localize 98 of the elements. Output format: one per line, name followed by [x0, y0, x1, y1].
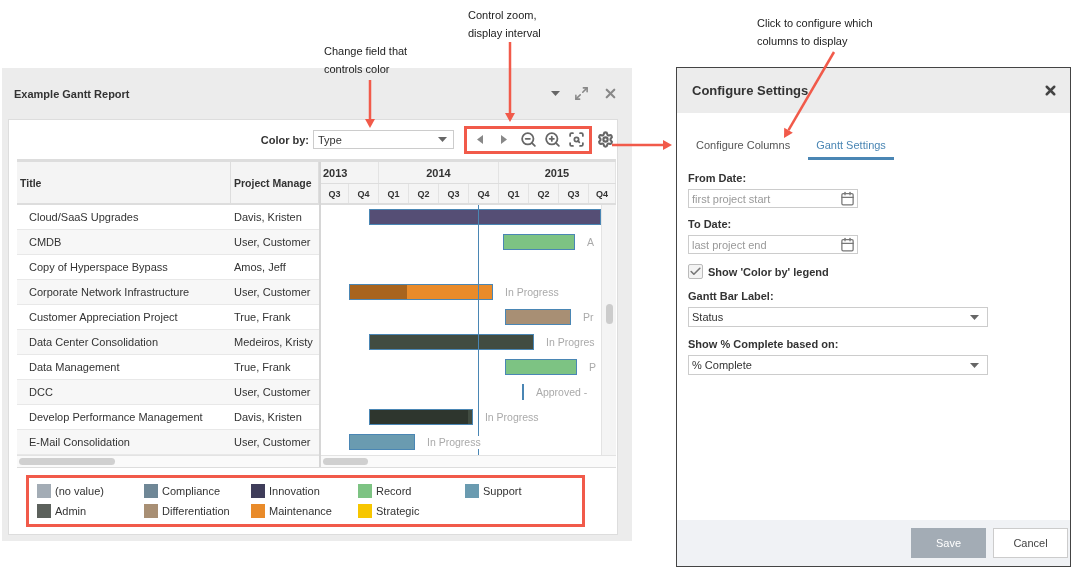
legend-label: Differentiation: [162, 505, 230, 517]
zoom-in-button[interactable]: [543, 130, 561, 149]
report-title: Example Gantt Report: [14, 87, 131, 100]
bar-label: Approved -: [535, 386, 588, 399]
caret-down-icon: [438, 137, 447, 142]
cancel-button[interactable]: Cancel: [993, 528, 1068, 558]
expand-button[interactable]: [574, 86, 589, 101]
title-cell-text: Customer Appreciation Project: [28, 311, 179, 323]
legend-label: Support: [483, 485, 522, 497]
color-by-label: Color by:: [260, 133, 309, 146]
title-cell-text: CMDB: [28, 236, 63, 248]
legend-label: Record: [376, 485, 412, 497]
title-cell-text: Data Management: [28, 361, 121, 373]
quarter-header: Q4: [469, 184, 499, 203]
quarter-header: Q4: [349, 184, 379, 203]
scrollbar-thumb[interactable]: [323, 458, 368, 465]
manager-cell-text: True, Frank: [233, 311, 292, 323]
title-cell-text: Copy of Hyperspace Bypass: [28, 261, 169, 273]
dialog-title: Configure Settings: [692, 83, 809, 98]
manager-cell-text: User, Customer: [233, 236, 312, 248]
scrollbar-thumb[interactable]: [606, 304, 613, 324]
title-cell-text: Cloud/SaaS Upgrades: [28, 211, 140, 223]
gantt-bar[interactable]: [502, 234, 575, 250]
gantt-bar[interactable]: [349, 284, 493, 300]
annotation-arrow: [612, 140, 672, 150]
caret-down-icon: [970, 362, 979, 368]
settings-button[interactable]: [596, 130, 614, 149]
tab[interactable]: Gantt Settings: [808, 131, 894, 160]
caret-down-icon: [551, 91, 560, 96]
date-field[interactable]: last project end: [688, 235, 858, 254]
color-by-select[interactable]: Type: [313, 130, 454, 149]
quarter-header: Q4: [589, 184, 616, 203]
quarter-header: Q1: [499, 184, 529, 203]
bar-label: In Progress: [427, 436, 481, 449]
bar-label: In Progres: [546, 336, 595, 349]
menu-caret-button[interactable]: [551, 91, 560, 96]
legend-label: Strategic: [376, 505, 420, 517]
quarter-header: Q3: [559, 184, 589, 203]
title-cell-text: Corporate Network Infrastructure: [28, 286, 191, 298]
bar-label-select[interactable]: Status: [688, 307, 988, 327]
manager-cell-text: User, Customer: [233, 436, 312, 448]
gantt-bar[interactable]: [369, 334, 535, 350]
legend-label: Maintenance: [269, 505, 332, 517]
checkbox[interactable]: [688, 264, 703, 279]
quarter-header: Q1: [379, 184, 409, 203]
field-label: Show % Complete based on:: [688, 338, 839, 350]
annotation-text: Click to configure which columns to display: [757, 16, 873, 49]
milestone-marker[interactable]: [522, 384, 525, 400]
manager-cell-text: Medeiros, Kristy: [233, 336, 314, 348]
gantt-bar[interactable]: [505, 359, 577, 375]
title-cell-text: DCC: [28, 386, 54, 398]
gantt-bar[interactable]: [369, 209, 601, 225]
manager-cell-text: Amos, Jeff: [233, 261, 287, 273]
date-field[interactable]: first project start: [688, 189, 858, 208]
complete-basis-select[interactable]: % Complete: [688, 355, 988, 375]
year-header: 2013: [321, 162, 379, 183]
quarter-header: Q3: [321, 184, 349, 203]
year-header: 2014: [379, 162, 499, 183]
scrollbar-thumb[interactable]: [19, 458, 115, 465]
manager-cell-text: Davis, Kristen: [233, 411, 303, 423]
title-cell-text: Develop Performance Management: [28, 411, 204, 423]
zoom-out-button[interactable]: [519, 130, 537, 149]
close-button[interactable]: [1043, 83, 1058, 98]
legend-label: Innovation: [269, 485, 320, 497]
field-label: To Date:: [688, 218, 732, 230]
quarter-header: Q2: [529, 184, 559, 203]
manager-cell-text: User, Customer: [233, 286, 312, 298]
column-header[interactable]: Title: [17, 162, 231, 203]
tab[interactable]: Configure Columns: [688, 131, 799, 160]
legend-label: Compliance: [162, 485, 221, 497]
title-cell-text: E-Mail Consolidation: [28, 436, 131, 448]
field-label: Gantt Bar Label:: [688, 290, 774, 302]
legend-label: Admin: [55, 505, 87, 517]
quarter-header: Q3: [439, 184, 469, 203]
caret-down-icon: [970, 314, 979, 320]
calendar-icon: [840, 237, 855, 252]
left-triangle-icon: [477, 135, 483, 144]
manager-cell-text: User, Customer: [233, 386, 312, 398]
right-triangle-icon: [501, 135, 507, 144]
bar-label: Pr: [583, 311, 594, 324]
checkbox-label: Show 'Color by' legend: [708, 265, 829, 278]
title-cell-text: Data Center Consolidation: [28, 336, 160, 348]
annotation-arrow: [365, 80, 375, 128]
legend-label: (no value): [55, 485, 104, 497]
field-label: From Date:: [688, 172, 747, 184]
year-header: 2015: [499, 162, 616, 183]
bar-label: A: [586, 236, 594, 249]
bar-label: In Progress: [484, 411, 539, 424]
gantt-bar[interactable]: [369, 409, 473, 425]
annotation-text: Change field that controls color: [324, 44, 408, 77]
manager-cell-text: True, Frank: [233, 361, 292, 373]
annotation-text: Control zoom, display interval: [468, 8, 541, 41]
bar-label: P: [589, 361, 596, 374]
calendar-icon: [840, 191, 855, 206]
quarter-header: Q2: [409, 184, 439, 203]
bar-label: In Progress: [505, 286, 559, 299]
manager-cell-text: Davis, Kristen: [233, 211, 303, 223]
zoom-fit-button[interactable]: [567, 130, 585, 149]
